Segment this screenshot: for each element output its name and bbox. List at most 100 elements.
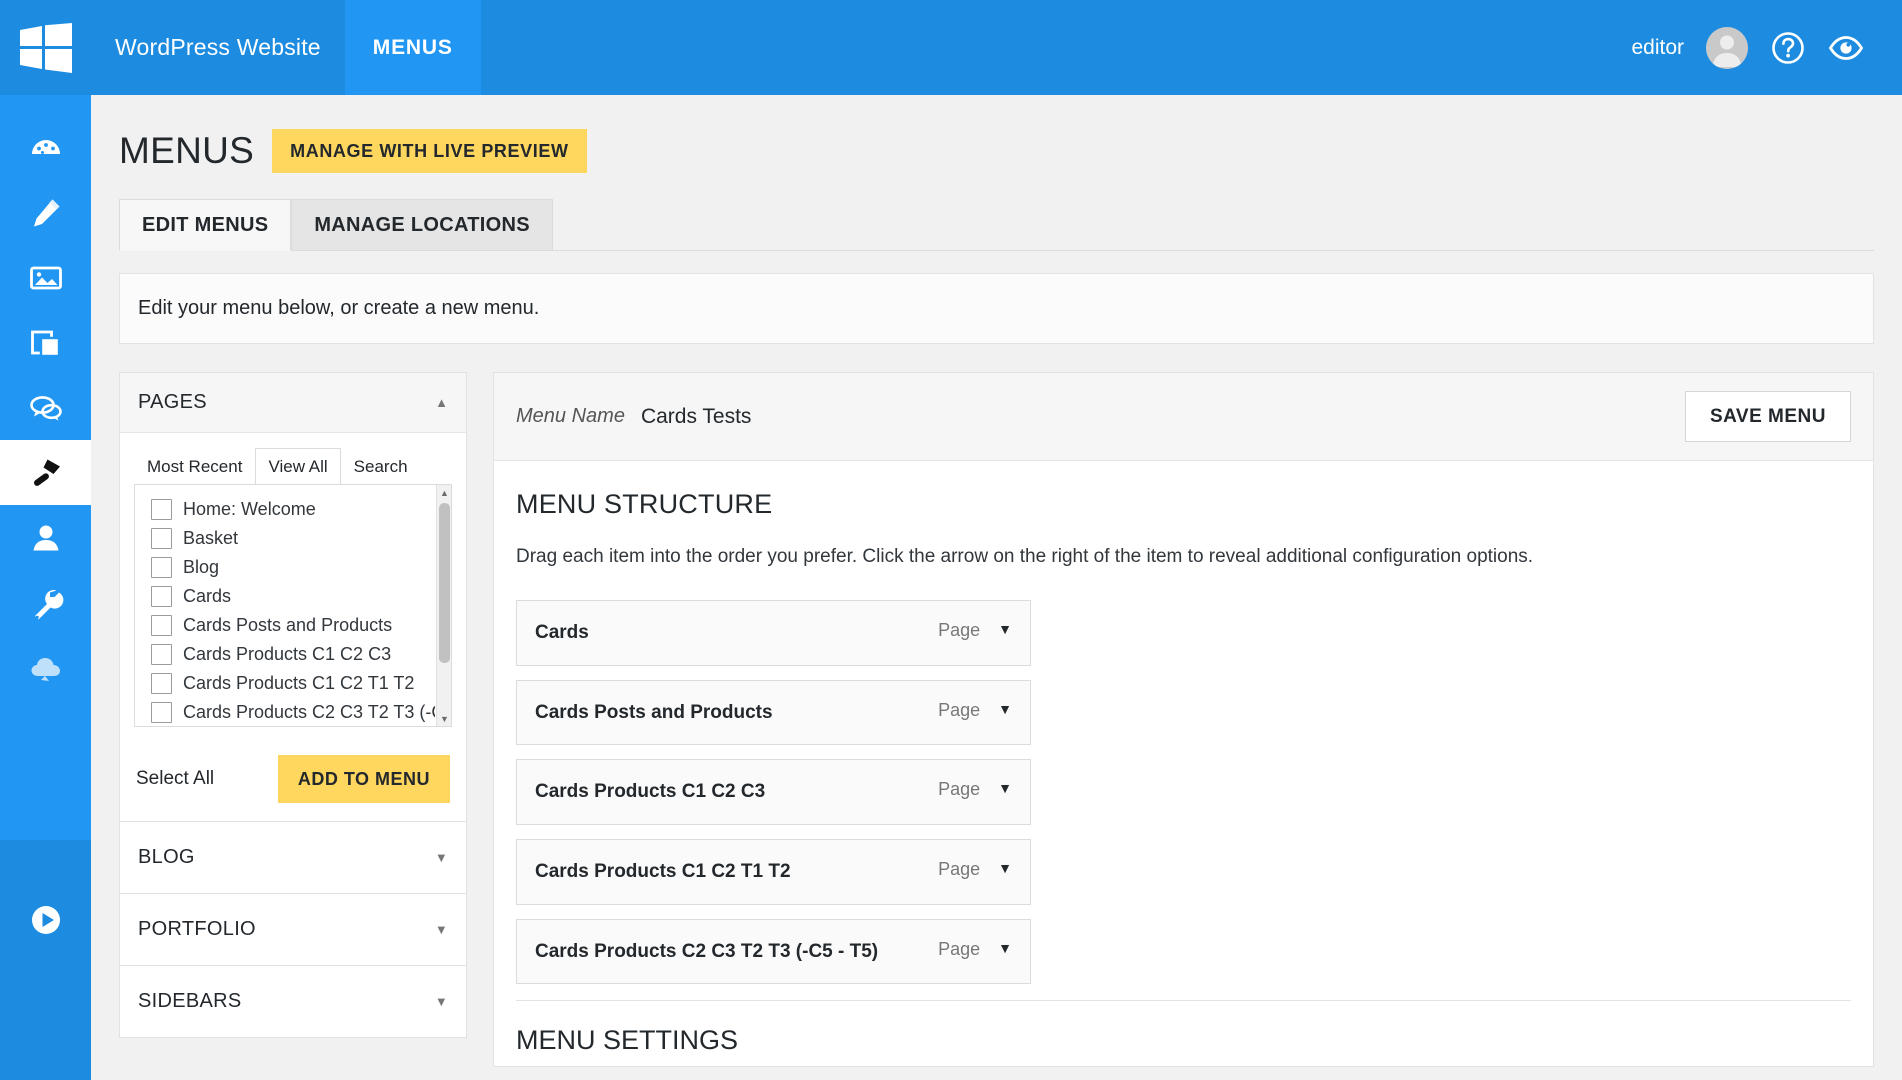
scroll-up-icon[interactable]: ▲ xyxy=(437,485,452,500)
checkbox[interactable] xyxy=(151,528,172,549)
menu-item-row[interactable]: Cards Products C1 C2 C3 Page ▼ xyxy=(516,759,1031,825)
edit-menu-notice: Edit your menu below, or create a new me… xyxy=(119,273,1874,344)
list-item[interactable]: Cards Products C2 C3 T2 T3 (-C5 xyxy=(135,698,451,727)
accordion-sidebars-label: SIDEBARS xyxy=(138,990,242,1013)
accordion-blog[interactable]: BLOG ▼ xyxy=(119,822,467,894)
pages-list-scrollbar[interactable]: ▲ ▼ xyxy=(436,485,451,726)
list-item-label: Cards Posts and Products xyxy=(183,615,392,636)
user-label[interactable]: editor xyxy=(1631,36,1684,60)
pages-panel: PAGES ▲ Most Recent View All Search xyxy=(119,372,467,822)
checkbox[interactable] xyxy=(151,557,172,578)
select-all-link[interactable]: Select All xyxy=(136,768,214,790)
comments-icon xyxy=(28,390,64,426)
menu-item-title: Cards Products C1 C2 T1 T2 xyxy=(535,859,938,885)
accordion-portfolio-label: PORTFOLIO xyxy=(138,918,256,941)
list-item[interactable]: Home: Welcome xyxy=(135,495,451,524)
checkbox[interactable] xyxy=(151,644,172,665)
pages-panel-footer: Select All ADD TO MENU xyxy=(120,741,466,821)
menu-item-type: Page xyxy=(938,779,998,800)
chevron-down-icon[interactable]: ▼ xyxy=(435,995,448,1008)
menu-editor-body: MENU STRUCTURE Drag each item into the o… xyxy=(494,461,1873,1066)
menu-name-bar: Menu Name Cards Tests SAVE MENU xyxy=(494,373,1873,461)
menu-name-value[interactable]: Cards Tests xyxy=(641,405,752,429)
list-item[interactable]: Cards Posts and Products xyxy=(135,611,451,640)
checkbox[interactable] xyxy=(151,615,172,636)
page-title: MENUS xyxy=(119,130,254,172)
pages-panel-title: PAGES xyxy=(138,391,207,414)
accordion-portfolio[interactable]: PORTFOLIO ▼ xyxy=(119,894,467,966)
chevron-down-icon[interactable]: ▼ xyxy=(435,923,448,936)
list-item[interactable]: Cards xyxy=(135,582,451,611)
checkbox[interactable] xyxy=(151,702,172,723)
admin-page: WordPress Website MENUS editor xyxy=(0,0,1902,1080)
list-item[interactable]: Cards Products C1 C2 T1 T2 xyxy=(135,669,451,698)
tab-manage-locations[interactable]: MANAGE LOCATIONS xyxy=(291,199,553,251)
chevron-up-icon[interactable]: ▲ xyxy=(435,396,448,409)
page-header: MENUS MANAGE WITH LIVE PREVIEW xyxy=(119,117,1874,173)
menu-item-title: Cards Posts and Products xyxy=(535,700,938,726)
menu-item-row[interactable]: Cards Products C2 C3 T2 T3 (-C5 - T5) Pa… xyxy=(516,919,1031,985)
checkbox[interactable] xyxy=(151,499,172,520)
user-icon xyxy=(28,520,64,556)
play-circle-icon[interactable] xyxy=(28,902,64,943)
menu-items-list: Cards Page ▼ Cards Posts and Products Pa… xyxy=(516,600,1031,984)
sidebar-item-posts[interactable] xyxy=(0,180,91,245)
checkbox[interactable] xyxy=(151,673,172,694)
sidebar-item-settings[interactable] xyxy=(0,635,91,700)
accordion-sidebars[interactable]: SIDEBARS ▼ xyxy=(119,966,467,1038)
sidebar-item-users[interactable] xyxy=(0,505,91,570)
sidebar-item-pages[interactable] xyxy=(0,310,91,375)
tab-edit-menus[interactable]: EDIT MENUS xyxy=(119,199,291,251)
sidebar-item-appearance[interactable] xyxy=(0,440,91,505)
menu-structure-description: Drag each item into the order you prefer… xyxy=(516,546,1851,568)
list-item[interactable]: Basket xyxy=(135,524,451,553)
list-item[interactable]: Blog xyxy=(135,553,451,582)
menu-structure-title: MENU STRUCTURE xyxy=(516,489,1851,520)
list-item-label: Blog xyxy=(183,557,219,578)
help-circle-icon[interactable] xyxy=(1770,30,1806,66)
pages-panel-tabs: Most Recent View All Search xyxy=(120,433,466,484)
pages-tab-search[interactable]: Search xyxy=(341,448,421,485)
sidebar-item-tools[interactable] xyxy=(0,570,91,635)
chevron-down-icon[interactable]: ▼ xyxy=(998,939,1012,957)
checkbox[interactable] xyxy=(151,586,172,607)
chevron-down-icon[interactable]: ▼ xyxy=(998,779,1012,797)
cloud-icon xyxy=(28,650,64,686)
chevron-down-icon[interactable]: ▼ xyxy=(998,620,1012,638)
gauge-icon xyxy=(28,130,64,166)
menu-item-row[interactable]: Cards Posts and Products Page ▼ xyxy=(516,680,1031,746)
pages-tab-most-recent[interactable]: Most Recent xyxy=(134,448,255,485)
chevron-down-icon[interactable]: ▼ xyxy=(435,851,448,864)
pages-icon xyxy=(28,325,64,361)
sidebar-item-media[interactable] xyxy=(0,245,91,310)
pages-panel-header[interactable]: PAGES ▲ xyxy=(120,373,466,433)
menu-item-type: Page xyxy=(938,620,998,641)
scrollbar-thumb[interactable] xyxy=(439,503,450,663)
scroll-down-icon[interactable]: ▼ xyxy=(437,711,452,726)
image-icon xyxy=(28,260,64,296)
sidebar-top-spacer xyxy=(0,95,91,115)
menu-item-type: Page xyxy=(938,859,998,880)
menu-settings-title: MENU SETTINGS xyxy=(516,1001,1851,1066)
eye-icon[interactable] xyxy=(1828,30,1864,66)
avatar[interactable] xyxy=(1706,27,1748,69)
menu-item-row[interactable]: Cards Page ▼ xyxy=(516,600,1031,666)
pages-tab-view-all[interactable]: View All xyxy=(255,448,340,485)
list-item-label: Basket xyxy=(183,528,238,549)
add-to-menu-button[interactable]: ADD TO MENU xyxy=(278,755,450,803)
site-name[interactable]: WordPress Website xyxy=(91,34,345,61)
sidebar-collapse-area xyxy=(0,840,91,1080)
menu-name-label: Menu Name xyxy=(516,405,625,428)
menu-item-row[interactable]: Cards Products C1 C2 T1 T2 Page ▼ xyxy=(516,839,1031,905)
sidebar-item-dashboard[interactable] xyxy=(0,115,91,180)
manage-with-live-preview-button[interactable]: MANAGE WITH LIVE PREVIEW xyxy=(272,129,586,173)
chevron-down-icon[interactable]: ▼ xyxy=(998,700,1012,718)
sidebar-item-comments[interactable] xyxy=(0,375,91,440)
windows-logo-icon[interactable] xyxy=(0,0,91,95)
menu-item-title: Cards Products C1 C2 C3 xyxy=(535,779,938,805)
avatar-icon xyxy=(1706,27,1748,69)
adminbar-tab-menus[interactable]: MENUS xyxy=(345,0,481,95)
chevron-down-icon[interactable]: ▼ xyxy=(998,859,1012,877)
save-menu-button[interactable]: SAVE MENU xyxy=(1685,391,1851,442)
list-item[interactable]: Cards Products C1 C2 C3 xyxy=(135,640,451,669)
